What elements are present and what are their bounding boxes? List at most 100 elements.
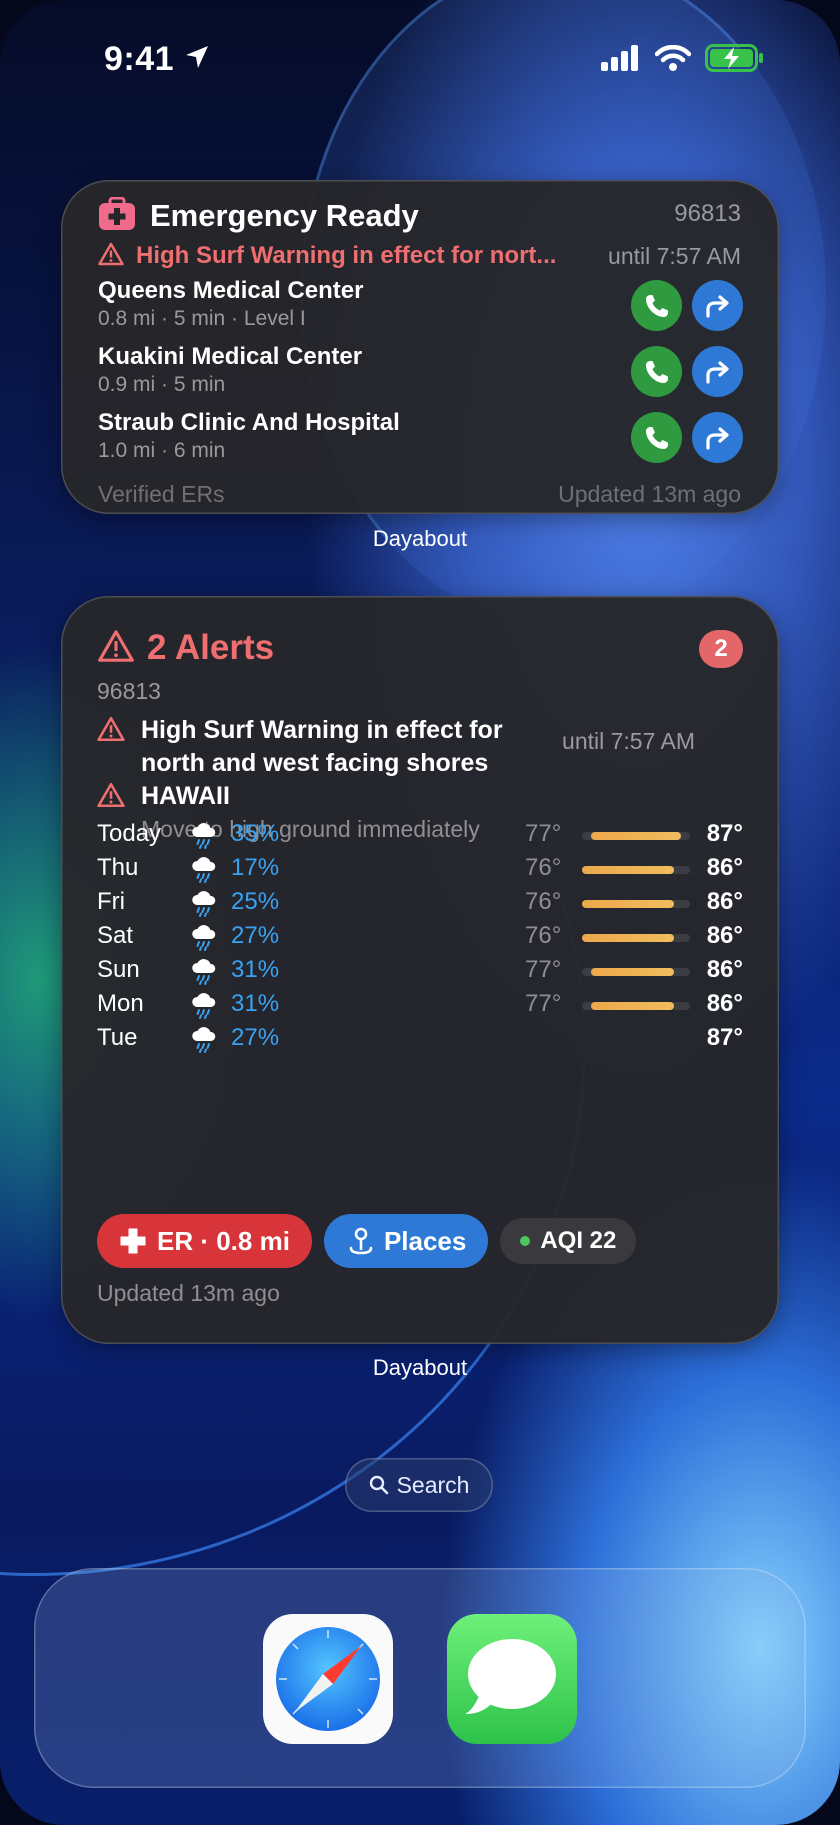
high-temp: 87°	[706, 1024, 743, 1051]
rain-cloud-icon	[192, 925, 216, 951]
forecast-day: Sun	[97, 956, 140, 983]
low-temp: 77°	[525, 990, 562, 1017]
rain-cloud-icon	[189, 820, 219, 855]
cellular-signal-icon	[601, 45, 641, 76]
rain-cloud-icon	[192, 823, 216, 849]
rain-cloud-icon	[192, 959, 216, 985]
medical-cross-icon	[120, 1228, 146, 1254]
temp-range-fill	[582, 900, 674, 908]
high-temp: 86°	[706, 888, 743, 915]
messages-app-icon[interactable]	[447, 1614, 577, 1744]
high-temp: 86°	[706, 854, 743, 881]
phone-icon	[645, 360, 668, 383]
precip-chance: 31%	[231, 956, 280, 983]
home-screen: 9:41 Emergency Ready 96813 High Surf War…	[0, 0, 840, 1825]
low-temp: 77°	[525, 956, 562, 983]
dock	[34, 1568, 806, 1788]
alert-title-line2: north and west facing shores	[141, 749, 489, 777]
widget-title: Emergency Ready	[150, 198, 419, 233]
precip-chance: 35%	[231, 820, 280, 847]
home-search-button[interactable]: Search	[345, 1458, 493, 1512]
temp-range-bar	[582, 968, 690, 976]
places-chip-label: Places	[383, 1225, 467, 1256]
alerts-forecast-widget[interactable]: 2 Alerts 2 96813 High Surf Warning in ef…	[61, 596, 779, 1344]
map-pin-icon	[349, 1227, 373, 1255]
forecast-day: Sat	[97, 922, 134, 949]
widget-header: 2 Alerts	[97, 628, 274, 668]
rain-cloud-icon	[189, 854, 219, 889]
updated-label: Updated 13m ago	[97, 1280, 280, 1306]
forecast-row: Today 35% 77° 87°	[97, 818, 743, 856]
directions-button[interactable]	[692, 412, 743, 463]
alert-item[interactable]: High Surf Warning in effect for north an…	[97, 714, 743, 780]
alert-title-line1: High Surf Warning in effect for	[141, 716, 503, 744]
forecast-row: Sun 31% 77° 86°	[97, 954, 743, 992]
battery-charging-icon	[705, 44, 765, 77]
precip-chance: 17%	[231, 854, 280, 881]
alert-until: until 7:57 AM	[608, 242, 741, 269]
directions-arrow-icon	[705, 426, 729, 450]
action-chips: ER · 0.8 mi Places AQI 22	[97, 1214, 637, 1268]
rain-cloud-icon	[189, 956, 219, 991]
places-chip[interactable]: Places	[323, 1214, 489, 1268]
location-arrow-icon	[184, 44, 210, 75]
precip-chance: 27%	[231, 922, 280, 949]
temp-range-fill	[582, 866, 674, 874]
temp-range-fill	[582, 934, 674, 942]
first-aid-kit-icon	[98, 196, 136, 236]
rain-cloud-icon	[189, 990, 219, 1025]
precip-chance: 27%	[231, 1024, 280, 1051]
rain-cloud-icon	[192, 891, 216, 917]
forecast-day: Thu	[97, 854, 139, 881]
safari-app-icon[interactable]	[263, 1614, 393, 1744]
high-temp: 86°	[706, 990, 743, 1017]
er-chip-label: ER · 0.8 mi	[157, 1225, 290, 1256]
directions-button[interactable]	[692, 346, 743, 397]
forecast-day: Mon	[97, 990, 144, 1017]
call-button[interactable]	[631, 346, 682, 397]
forecast-row: Thu 17% 76° 86°	[97, 852, 743, 890]
phone-icon	[645, 294, 668, 317]
warning-triangle-icon	[98, 242, 124, 271]
forecast-day: Today	[97, 820, 162, 847]
temp-range-bar	[582, 1002, 690, 1010]
warning-triangle-icon	[97, 629, 135, 668]
temp-range-bar	[582, 832, 690, 840]
alert-row[interactable]: High Surf Warning in effect for nort... …	[98, 236, 741, 276]
emergency-ready-widget[interactable]: Emergency Ready 96813 High Surf Warning …	[61, 180, 779, 514]
hospital-row[interactable]: Kuakini Medical Center 0.9 mi · 5 min	[98, 342, 743, 398]
forecast-row: Tue 27% 87°	[97, 1022, 743, 1060]
high-temp: 86°	[706, 956, 743, 983]
footer-updated: Updated 13m ago	[558, 481, 741, 507]
hospital-row[interactable]: Straub Clinic And Hospital 1.0 mi · 6 mi…	[98, 408, 743, 464]
call-button[interactable]	[631, 412, 682, 463]
high-temp: 86°	[706, 922, 743, 949]
rain-cloud-icon	[192, 857, 216, 883]
er-chip[interactable]: ER · 0.8 mi	[97, 1214, 312, 1268]
temp-range-fill	[591, 832, 681, 840]
search-label: Search	[396, 1471, 470, 1498]
alert-count-badge: 2	[699, 630, 743, 668]
aqi-status-dot	[520, 1236, 531, 1246]
forecast-row: Sat 27% 76° 86°	[97, 920, 743, 958]
widget-caption: Dayabout	[372, 1355, 468, 1380]
zip-code: 96813	[97, 678, 161, 704]
directions-button[interactable]	[692, 280, 743, 331]
low-temp: 76°	[525, 854, 562, 881]
aqi-chip[interactable]: AQI 22	[500, 1218, 637, 1264]
alert-text: High Surf Warning in effect for nort...	[136, 242, 557, 269]
call-button[interactable]	[631, 280, 682, 331]
widget-caption: Dayabout	[372, 526, 468, 551]
phone-icon	[645, 426, 668, 449]
directions-arrow-icon	[705, 294, 729, 318]
rain-cloud-icon	[189, 922, 219, 957]
temp-range-fill	[591, 968, 674, 976]
footer-verified: Verified ERs	[98, 481, 225, 507]
warning-triangle-icon	[97, 716, 127, 780]
zip-code: 96813	[674, 200, 741, 227]
hospital-row[interactable]: Queens Medical Center 0.8 mi · 5 min · L…	[98, 276, 743, 332]
high-temp: 87°	[706, 820, 743, 847]
rain-cloud-icon	[192, 1027, 216, 1053]
temp-range-bar	[582, 934, 690, 942]
search-icon	[369, 1475, 388, 1495]
